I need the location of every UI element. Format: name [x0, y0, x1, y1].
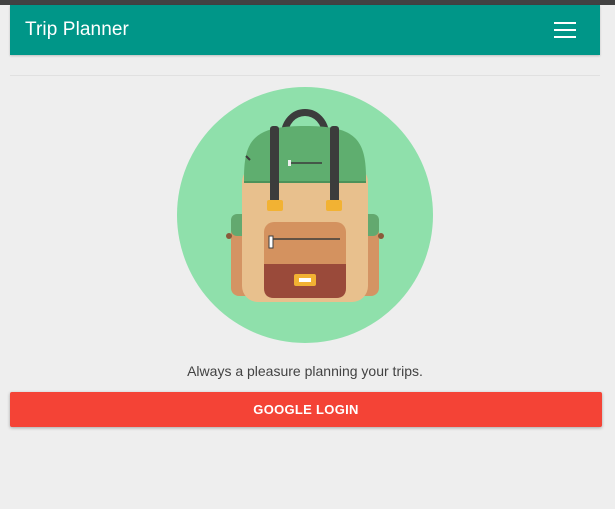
backpack-icon — [177, 87, 433, 343]
backpack-illustration — [176, 86, 434, 344]
hamburger-menu-icon[interactable] — [554, 22, 576, 38]
app-bar: Trip Planner — [10, 5, 600, 55]
google-login-button[interactable]: GOOGLE LOGIN — [10, 392, 602, 427]
app-title: Trip Planner — [25, 19, 129, 40]
header-divider — [10, 75, 600, 76]
tagline-text: Always a pleasure planning your trips. — [187, 363, 423, 379]
